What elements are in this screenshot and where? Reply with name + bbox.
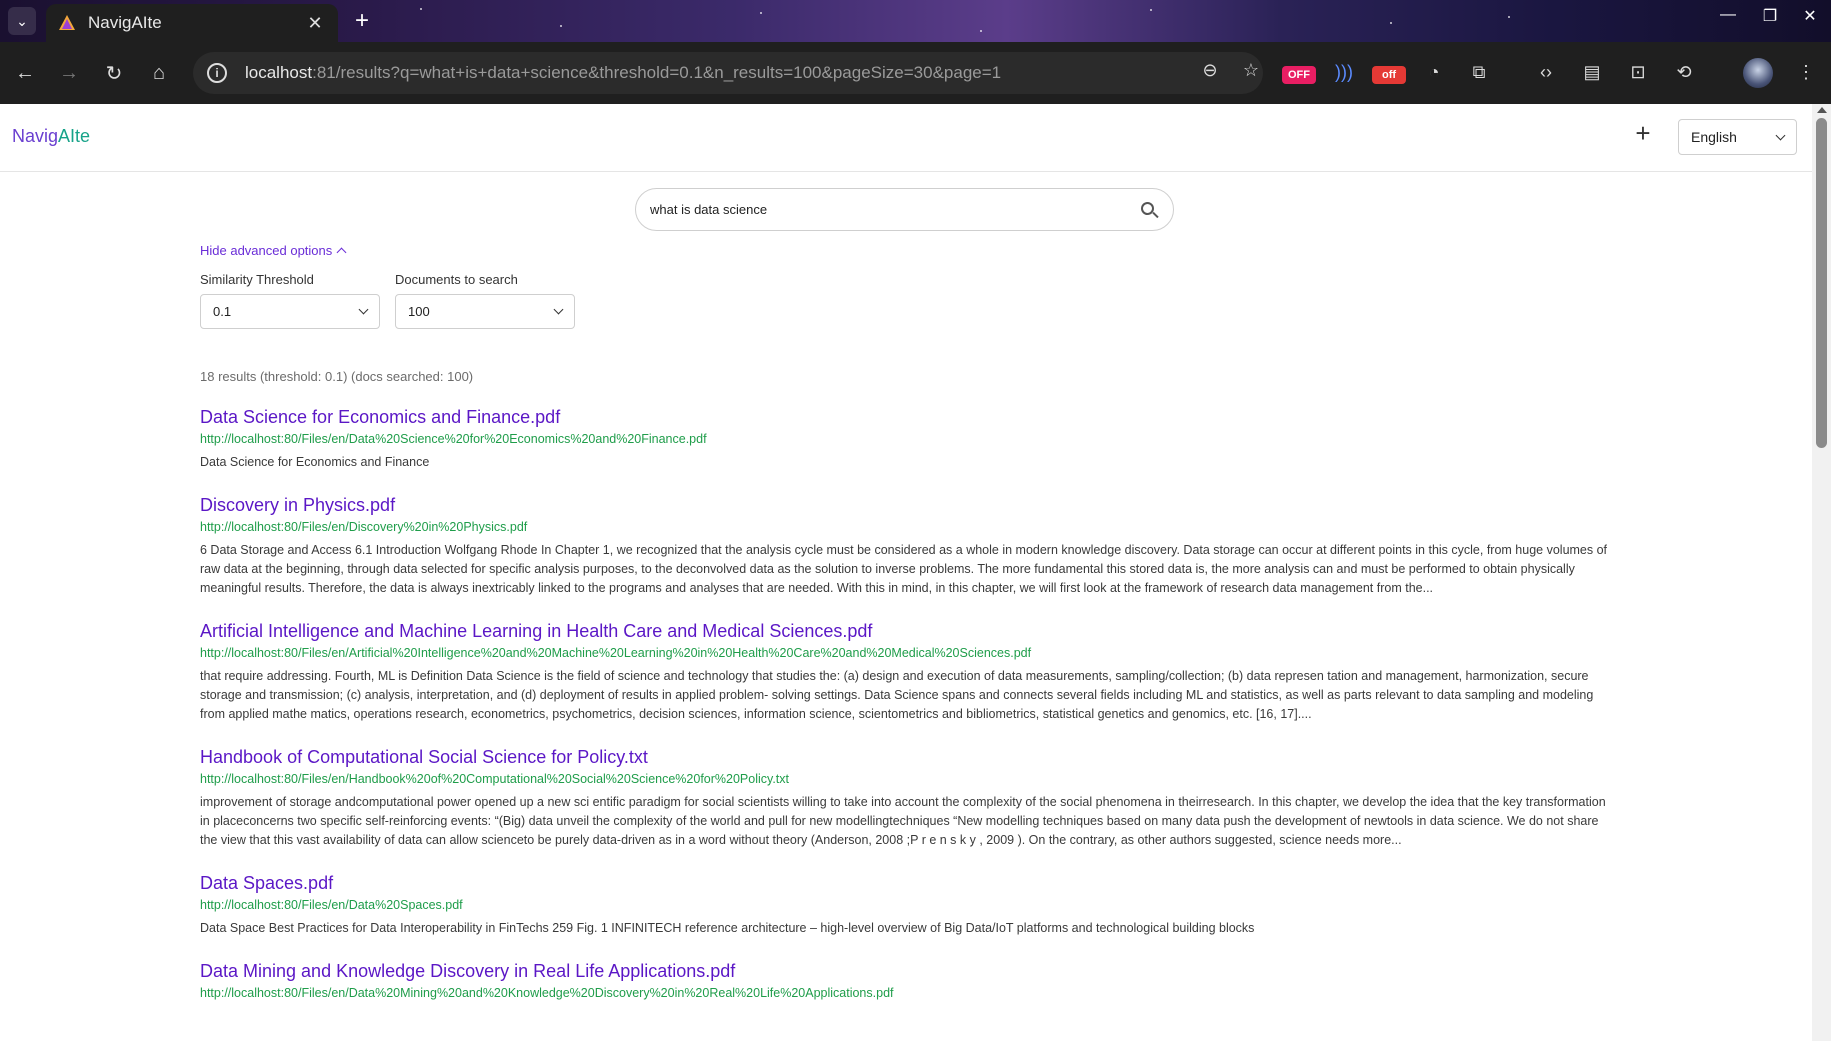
browser-tabstrip: ⌄ NavigAIte ✕ + — ❐ ✕ bbox=[0, 0, 1831, 42]
profile-avatar[interactable] bbox=[1743, 58, 1773, 88]
browser-tab-active[interactable]: NavigAIte ✕ bbox=[46, 4, 338, 42]
result-item: Data Science for Economics and Finance.p… bbox=[200, 404, 1612, 472]
result-snippet: 6 Data Storage and Access 6.1 Introducti… bbox=[200, 543, 1608, 595]
language-value: English bbox=[1691, 129, 1737, 145]
page-viewport: NavigAIte + English what is data science… bbox=[0, 104, 1812, 1041]
scroll-up-arrow-icon[interactable] bbox=[1817, 107, 1827, 113]
threshold-value: 0.1 bbox=[213, 304, 232, 319]
logo-part1: Navig bbox=[12, 126, 59, 146]
result-title-link[interactable]: Data Mining and Knowledge Discovery in R… bbox=[200, 958, 1612, 984]
zoom-icon[interactable]: ⊖ bbox=[1197, 60, 1223, 81]
devtools-code-icon[interactable]: ‹› bbox=[1530, 56, 1562, 88]
background-star bbox=[1508, 16, 1510, 18]
reload-icon[interactable]: ↻ bbox=[99, 58, 129, 88]
extensions-puzzle-icon[interactable]: ⧉ bbox=[1463, 56, 1495, 88]
result-title-link[interactable]: Data Spaces.pdf bbox=[200, 870, 1612, 896]
screenshot-icon[interactable]: ⊡ bbox=[1622, 56, 1654, 88]
bookmark-star-icon[interactable]: ☆ bbox=[1238, 60, 1264, 81]
result-title-link[interactable]: Artificial Intelligence and Machine Lear… bbox=[200, 618, 1612, 644]
result-title-link[interactable]: Handbook of Computational Social Science… bbox=[200, 744, 1612, 770]
chevron-down-icon bbox=[553, 304, 564, 315]
results-summary: 18 results (threshold: 0.1) (docs search… bbox=[200, 369, 474, 384]
result-title-link[interactable]: Data Science for Economics and Finance.p… bbox=[200, 404, 1612, 430]
home-icon[interactable]: ⌂ bbox=[144, 58, 174, 88]
docs-label: Documents to search bbox=[395, 272, 518, 287]
advanced-toggle-label: Hide advanced options bbox=[200, 243, 333, 258]
background-star bbox=[980, 30, 982, 32]
result-url: http://localhost:80/Files/en/Handbook%20… bbox=[200, 772, 790, 786]
result-url: http://localhost:80/Files/en/Data%20Spac… bbox=[200, 898, 463, 912]
result-snippet: Data Science for Economics and Finance bbox=[200, 455, 430, 469]
side-panel-icon[interactable]: ▤ bbox=[1576, 56, 1608, 88]
extension-off-icon[interactable]: OFF bbox=[1282, 66, 1316, 84]
search-icon[interactable] bbox=[1139, 200, 1159, 220]
result-item: Discovery in Physics.pdf http://localhos… bbox=[200, 492, 1612, 598]
logo-part2: AIte bbox=[58, 126, 91, 146]
result-snippet: that require addressing. Fourth, ML is D… bbox=[200, 669, 1594, 721]
chevron-up-icon bbox=[336, 247, 347, 258]
background-star bbox=[420, 8, 422, 10]
result-snippet: Data Space Best Practices for Data Inter… bbox=[200, 921, 1255, 935]
background-star bbox=[1150, 9, 1152, 11]
restore-icon[interactable]: ❐ bbox=[1748, 6, 1792, 26]
result-url: http://localhost:80/Files/en/Data%20Scie… bbox=[200, 432, 707, 446]
background-star bbox=[560, 25, 562, 27]
new-tab-icon[interactable]: + bbox=[348, 7, 376, 35]
background-star bbox=[760, 12, 762, 14]
extension-off-icon-2[interactable]: off bbox=[1372, 66, 1406, 84]
search-input[interactable]: what is data science bbox=[635, 188, 1174, 231]
search-query: what is data science bbox=[650, 202, 768, 217]
result-title-link[interactable]: Discovery in Physics.pdf bbox=[200, 492, 1612, 518]
result-url: http://localhost:80/Files/en/Data%20Mini… bbox=[200, 986, 894, 1000]
window-close-icon[interactable]: ✕ bbox=[1788, 6, 1831, 26]
background-star bbox=[1390, 22, 1392, 24]
app-logo[interactable]: NavigAIte bbox=[12, 126, 90, 147]
url-path: :81/results?q=what+is+data+science&thres… bbox=[312, 63, 1002, 82]
minimize-icon[interactable]: — bbox=[1706, 6, 1750, 24]
result-item: Data Mining and Knowledge Discovery in R… bbox=[200, 958, 1612, 1007]
app-header: NavigAIte + English bbox=[0, 104, 1812, 172]
result-item: Artificial Intelligence and Machine Lear… bbox=[200, 618, 1612, 724]
tab-close-icon[interactable]: ✕ bbox=[304, 13, 326, 34]
chevron-down-icon bbox=[1775, 130, 1786, 140]
address-url[interactable]: localhost:81/results?q=what+is+data+scie… bbox=[245, 63, 1001, 83]
scrollbar-thumb[interactable] bbox=[1816, 118, 1827, 448]
result-item: Data Spaces.pdf http://localhost:80/File… bbox=[200, 870, 1612, 938]
add-icon[interactable]: + bbox=[1628, 118, 1658, 148]
tab-title: NavigAIte bbox=[88, 13, 162, 32]
threshold-label: Similarity Threshold bbox=[200, 272, 314, 287]
results-list: Data Science for Economics and Finance.p… bbox=[200, 404, 1612, 1027]
result-url: http://localhost:80/Files/en/Discovery%2… bbox=[200, 520, 528, 534]
history-icon[interactable]: ⟲ bbox=[1668, 56, 1700, 88]
docs-value: 100 bbox=[408, 304, 430, 319]
address-bar[interactable]: i localhost:81/results?q=what+is+data+sc… bbox=[193, 52, 1263, 94]
browser-menu-icon[interactable]: ⋮ bbox=[1790, 56, 1822, 88]
page-scrollbar[interactable] bbox=[1812, 104, 1831, 1041]
back-icon[interactable]: ← bbox=[10, 58, 40, 88]
forward-icon[interactable]: → bbox=[54, 58, 84, 88]
extension-clock-icon[interactable]: ◔ bbox=[1418, 56, 1450, 88]
result-url: http://localhost:80/Files/en/Artificial%… bbox=[200, 646, 1032, 660]
docs-select[interactable]: 100 bbox=[395, 294, 575, 329]
advanced-options-toggle[interactable]: Hide advanced options bbox=[200, 243, 347, 258]
result-item: Handbook of Computational Social Science… bbox=[200, 744, 1612, 850]
result-snippet: improvement of storage andcomputational … bbox=[200, 795, 1606, 847]
extension-audio-icon[interactable]: ))) bbox=[1328, 56, 1360, 88]
chevron-down-icon bbox=[358, 304, 369, 315]
url-host: localhost bbox=[245, 63, 313, 82]
tab-search-button[interactable]: ⌄ bbox=[8, 7, 36, 35]
threshold-select[interactable]: 0.1 bbox=[200, 294, 380, 329]
site-info-icon[interactable]: i bbox=[207, 63, 227, 83]
language-select[interactable]: English bbox=[1678, 119, 1797, 155]
app-favicon-icon bbox=[59, 15, 75, 30]
browser-toolbar: ← → ↻ ⌂ i localhost:81/results?q=what+is… bbox=[0, 42, 1831, 104]
